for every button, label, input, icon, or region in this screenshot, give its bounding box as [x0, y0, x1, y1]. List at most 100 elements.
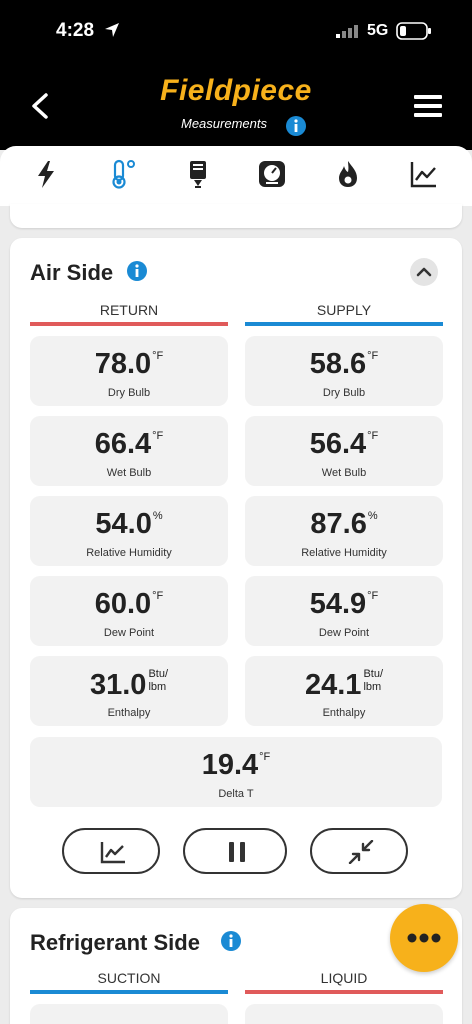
value-number: 60.0: [94, 588, 152, 620]
value-number: 87.6: [310, 508, 367, 540]
return-enthalpy-tile[interactable]: 31.0 Btu/lbm Enthalpy: [30, 656, 228, 726]
card-title: Air Side: [30, 260, 114, 285]
liquid-reading-tile[interactable]: [245, 1004, 443, 1024]
supply-enthalpy-tile[interactable]: 24.1 Btu/lbm Enthalpy: [245, 656, 443, 726]
pause-button[interactable]: [183, 828, 287, 874]
value-unit: °F: [367, 590, 379, 602]
supply-relative-humidity-tile[interactable]: 87.6% Relative Humidity: [245, 496, 443, 566]
reading-label: Enthalpy: [107, 707, 151, 719]
delta-t-tile[interactable]: 19.4°F Delta T: [30, 737, 442, 807]
reading-value: 19.4°F: [30, 749, 442, 782]
more-options-button[interactable]: [390, 904, 458, 972]
reading-value: 60.0°F: [30, 588, 228, 621]
app-header: 4:28 5G Fieldpiece Measurements: [0, 0, 472, 150]
return-wet-bulb-tile[interactable]: 66.4°F Wet Bulb: [30, 416, 228, 486]
signal-icon: [336, 25, 358, 38]
reading-value: 78.0°F: [30, 348, 228, 381]
compress-arrows-icon: [348, 840, 374, 864]
reading-value: 87.6%: [245, 508, 443, 541]
value-number: 54.0: [95, 508, 152, 540]
reading-value: 58.6°F: [245, 348, 443, 381]
tool-tab-bar: [0, 146, 472, 206]
collapse-button[interactable]: [410, 258, 438, 286]
air-side-card: Air Side RETURN SUPPLY 78.0°F Dry Bulb 6…: [10, 238, 462, 898]
liquid-column-header: LIQUID: [320, 970, 368, 986]
card-title: Refrigerant Side: [30, 930, 200, 955]
value-number: 19.4: [201, 749, 259, 781]
value-number: 78.0: [94, 348, 152, 380]
flame-icon[interactable]: [332, 158, 364, 190]
reading-value: 56.4°F: [245, 428, 443, 461]
thermometer-icon[interactable]: [106, 158, 138, 190]
info-icon[interactable]: [220, 930, 242, 952]
collapsed-card-strip: [10, 204, 462, 228]
value-unit: °F: [152, 590, 164, 602]
reading-value: 54.0%: [30, 508, 228, 541]
liquid-color-bar: [245, 990, 443, 994]
supply-color-bar: [245, 322, 443, 326]
value-unit: °F: [152, 430, 164, 442]
battery-icon: [396, 22, 431, 40]
return-dew-point-tile[interactable]: 60.0°F Dew Point: [30, 576, 228, 646]
trend-chart-icon[interactable]: [408, 158, 440, 190]
info-icon[interactable]: [126, 260, 148, 282]
pause-icon: [229, 842, 245, 862]
trend-chart-icon: [100, 842, 125, 864]
supply-wet-bulb-tile[interactable]: 56.4°F Wet Bulb: [245, 416, 443, 486]
more-dots-icon: [407, 933, 441, 943]
status-time: 4:28: [56, 20, 95, 41]
value-unit: %: [152, 510, 163, 522]
value-number: 54.9: [309, 588, 367, 620]
probe-icon[interactable]: [182, 158, 214, 190]
reading-label: Relative Humidity: [86, 547, 172, 559]
return-color-bar: [30, 322, 228, 326]
value-unit: °F: [152, 350, 164, 362]
info-icon[interactable]: [285, 115, 307, 137]
brand-logo: Fieldpiece: [160, 74, 312, 107]
value-number: 24.1: [304, 669, 362, 701]
reading-label: Dry Bulb: [107, 387, 151, 399]
value-number: 56.4: [309, 428, 367, 460]
suction-column-header: SUCTION: [97, 970, 161, 986]
reading-value: 54.9°F: [245, 588, 443, 621]
unit-line-2: lbm: [363, 681, 382, 693]
supply-column-header: SUPPLY: [316, 302, 372, 318]
unit-line-2: lbm: [148, 681, 167, 693]
reading-label: Wet Bulb: [321, 467, 367, 479]
hamburger-menu-icon[interactable]: [412, 92, 444, 120]
network-label: 5G: [367, 22, 389, 39]
unit-line-1: Btu/: [148, 668, 169, 680]
reading-label: Dew Point: [103, 627, 155, 639]
page-subtitle: Measurements: [0, 116, 472, 131]
value-number: 58.6: [309, 348, 367, 380]
suction-reading-tile[interactable]: [30, 1004, 228, 1024]
reading-label: Enthalpy: [322, 707, 366, 719]
reading-value: 31.0 Btu/lbm: [30, 668, 228, 702]
reading-label: Dry Bulb: [322, 387, 366, 399]
value-number: 66.4: [94, 428, 152, 460]
return-relative-humidity-tile[interactable]: 54.0% Relative Humidity: [30, 496, 228, 566]
value-unit: °F: [367, 430, 379, 442]
return-column-header: RETURN: [99, 302, 159, 318]
chevron-up-icon: [416, 267, 432, 277]
reading-value: 66.4°F: [30, 428, 228, 461]
value-unit: °F: [367, 350, 379, 362]
supply-dry-bulb-tile[interactable]: 58.6°F Dry Bulb: [245, 336, 443, 406]
minimize-button[interactable]: [310, 828, 408, 874]
supply-dew-point-tile[interactable]: 54.9°F Dew Point: [245, 576, 443, 646]
subtitle-text: Measurements: [181, 116, 267, 131]
reading-label: Relative Humidity: [301, 547, 387, 559]
lightning-icon[interactable]: [30, 158, 62, 190]
value-unit: %: [367, 510, 378, 522]
unit-line-1: Btu/: [363, 668, 384, 680]
value-unit: °F: [259, 751, 271, 763]
reading-value: 24.1 Btu/lbm: [245, 668, 443, 702]
graph-button[interactable]: [62, 828, 160, 874]
reading-label: Wet Bulb: [106, 467, 152, 479]
value-unit: Btu/lbm: [148, 668, 168, 694]
gauge-icon[interactable]: [256, 158, 288, 190]
value-number: 31.0: [89, 669, 147, 701]
return-dry-bulb-tile[interactable]: 78.0°F Dry Bulb: [30, 336, 228, 406]
reading-label: Delta T: [218, 788, 254, 800]
suction-color-bar: [30, 990, 228, 994]
